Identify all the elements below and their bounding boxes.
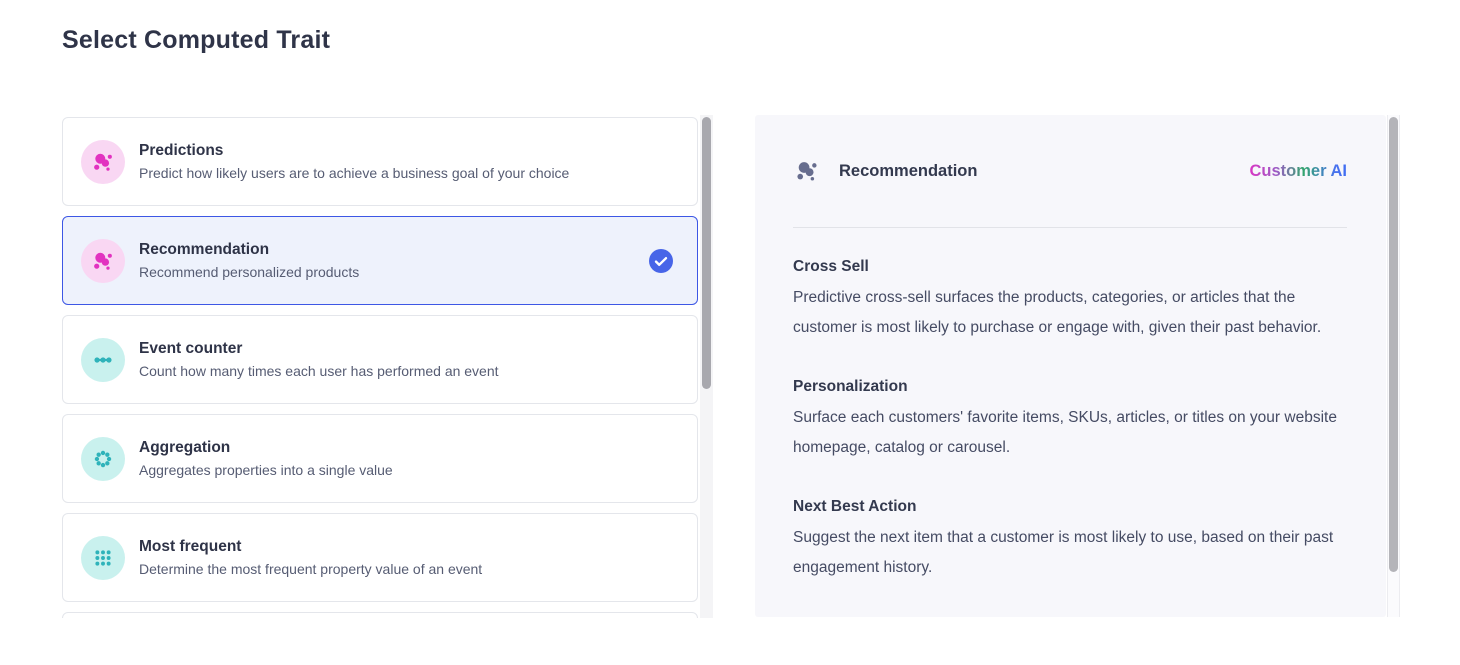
- aggregation-icon: [81, 437, 125, 481]
- detail-panel-scrollbar-thumb[interactable]: [1389, 117, 1398, 572]
- select-computed-trait-dialog: Select Computed Trait Predictions Predic…: [0, 0, 1460, 665]
- selected-check-icon: [649, 249, 673, 273]
- customer-ai-badge: Customer AI: [1250, 162, 1348, 181]
- recommendation-cluster-icon: [81, 239, 125, 283]
- trait-card-description: Count how many times each user has perfo…: [139, 363, 499, 379]
- trait-card-title: Recommendation: [139, 241, 359, 259]
- predictions-cluster-icon: [81, 140, 125, 184]
- section-body: Surface each customers' favorite items, …: [793, 403, 1349, 463]
- trait-card-event-counter[interactable]: Event counter Count how many times each …: [62, 315, 698, 404]
- trait-card-title: Event counter: [139, 340, 499, 358]
- trait-card-description: Recommend personalized products: [139, 264, 359, 280]
- detail-title: Recommendation: [839, 162, 977, 181]
- trait-card-aggregation[interactable]: Aggregation Aggregates properties into a…: [62, 414, 698, 503]
- trait-card-recommendation[interactable]: Recommendation Recommend personalized pr…: [62, 216, 698, 305]
- detail-section-personalization: Personalization Surface each customers' …: [793, 377, 1347, 463]
- recommendation-cluster-icon: [793, 157, 821, 185]
- page-title: Select Computed Trait: [62, 26, 330, 55]
- section-heading: Personalization: [793, 377, 1347, 397]
- trait-card-title: Aggregation: [139, 439, 393, 457]
- detail-panel-scrollbar[interactable]: [1387, 115, 1400, 617]
- section-body: Suggest the next item that a customer is…: [793, 523, 1349, 583]
- section-body: Predictive cross-sell surfaces the produ…: [793, 283, 1349, 343]
- trait-card-partial[interactable]: [62, 612, 698, 618]
- trait-card-description: Determine the most frequent property val…: [139, 561, 482, 577]
- trait-card-title: Predictions: [139, 142, 569, 160]
- trait-card-description: Predict how likely users are to achieve …: [139, 165, 569, 181]
- section-heading: Next Best Action: [793, 497, 1347, 517]
- detail-divider: [793, 227, 1347, 228]
- trait-card-description: Aggregates properties into a single valu…: [139, 462, 393, 478]
- trait-card-most-frequent[interactable]: Most frequent Determine the most frequen…: [62, 513, 698, 602]
- trait-detail-panel: Recommendation Customer AI Cross Sell Pr…: [755, 115, 1386, 617]
- trait-card-predictions[interactable]: Predictions Predict how likely users are…: [62, 117, 698, 206]
- trait-card-title: Most frequent: [139, 538, 482, 556]
- trait-list-scrollbar-thumb[interactable]: [702, 117, 711, 389]
- detail-section-next-best-action: Next Best Action Suggest the next item t…: [793, 497, 1347, 583]
- trait-list: Predictions Predict how likely users are…: [62, 117, 698, 618]
- detail-header: Recommendation Customer AI: [793, 157, 1347, 185]
- most-frequent-icon: [81, 536, 125, 580]
- trait-list-scrollbar[interactable]: [700, 115, 713, 618]
- event-counter-icon: [81, 338, 125, 382]
- detail-section-cross-sell: Cross Sell Predictive cross-sell surface…: [793, 257, 1347, 343]
- section-heading: Cross Sell: [793, 257, 1347, 277]
